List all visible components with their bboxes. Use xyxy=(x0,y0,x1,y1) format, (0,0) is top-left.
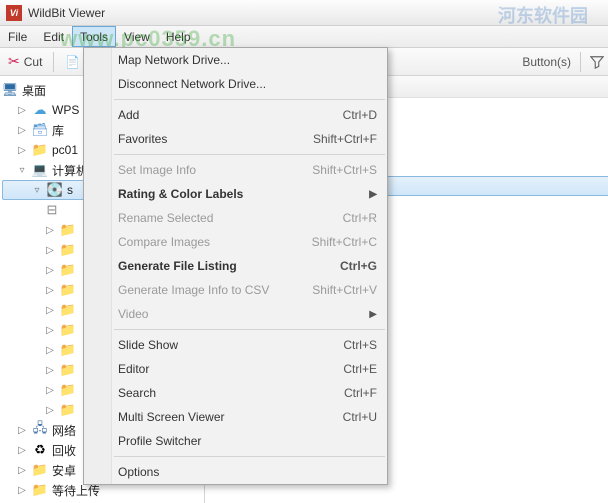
expand-icon[interactable]: ▷ xyxy=(44,385,56,396)
menu-map-drive[interactable]: Map Network Drive... xyxy=(84,48,387,72)
menu-edit[interactable]: Edit xyxy=(35,26,72,47)
menu-editor[interactable]: EditorCtrl+E xyxy=(84,357,387,381)
menu-bar: File Edit Tools View Help xyxy=(0,26,608,48)
shortcut: Ctrl+U xyxy=(343,410,377,424)
menu-file[interactable]: File xyxy=(0,26,35,47)
folder-icon: 📁 xyxy=(60,382,76,398)
folder-icon: 📁 xyxy=(60,222,76,238)
shortcut: Shift+Ctrl+S xyxy=(312,163,377,177)
expand-icon[interactable]: ▷ xyxy=(16,105,28,116)
expand-icon[interactable]: ▷ xyxy=(44,265,56,276)
menu-set-image-info: Set Image InfoShift+Ctrl+S xyxy=(84,158,387,182)
shortcut: Ctrl+G xyxy=(340,259,377,273)
menu-separator xyxy=(114,154,385,155)
shortcut: Ctrl+D xyxy=(343,108,377,122)
expand-icon[interactable]: ▷ xyxy=(16,465,28,476)
menu-tools[interactable]: Tools xyxy=(72,26,116,47)
menu-add[interactable]: AddCtrl+D xyxy=(84,103,387,127)
menu-gen-listing[interactable]: Generate File ListingCtrl+G xyxy=(84,254,387,278)
expand-icon[interactable]: ▷ xyxy=(44,405,56,416)
folder-icon: 📁 xyxy=(60,262,76,278)
expand-icon[interactable]: ▷ xyxy=(44,245,56,256)
folder-icon: 📁 xyxy=(60,362,76,378)
menu-separator xyxy=(114,329,385,330)
expand-icon[interactable]: ▷ xyxy=(44,365,56,376)
shortcut: Ctrl+R xyxy=(343,211,377,225)
submenu-arrow-icon: ▶ xyxy=(369,189,377,200)
submenu-arrow-icon: ▶ xyxy=(369,309,377,320)
menu-disconnect-drive[interactable]: Disconnect Network Drive... xyxy=(84,72,387,96)
expand-icon[interactable]: ▷ xyxy=(16,445,28,456)
library-icon: 🗃 xyxy=(32,122,48,138)
expand-icon[interactable]: ▷ xyxy=(44,345,56,356)
shortcut: Ctrl+S xyxy=(343,338,377,352)
expand-icon[interactable]: ▷ xyxy=(44,285,56,296)
folder-icon: 📁 xyxy=(60,342,76,358)
computer-icon: 💻 xyxy=(32,162,48,178)
cut-button[interactable]: ✂ Cut xyxy=(4,51,46,72)
menu-multi-screen[interactable]: Multi Screen ViewerCtrl+U xyxy=(84,405,387,429)
folder-icon: 📁 xyxy=(60,322,76,338)
shortcut: Shift+Ctrl+F xyxy=(313,132,377,146)
folder-icon: 📁 xyxy=(60,282,76,298)
scissors-icon: ✂ xyxy=(8,53,20,70)
cloud-icon: ☁ xyxy=(32,102,48,118)
expand-icon[interactable]: ▷ xyxy=(16,145,28,156)
toolbar-separator xyxy=(53,52,54,72)
tools-menu: Map Network Drive... Disconnect Network … xyxy=(83,47,388,485)
shortcut: Shift+Ctrl+C xyxy=(312,235,377,249)
shortcut: Shift+Ctrl+V xyxy=(312,283,377,297)
app-icon: Vi xyxy=(6,5,22,21)
menu-video: Video▶ xyxy=(84,302,387,326)
user-icon: 📁 xyxy=(32,142,48,158)
menu-view[interactable]: View xyxy=(116,26,158,47)
shortcut: Ctrl+E xyxy=(343,362,377,376)
drive-icon: ⊟ xyxy=(44,202,60,218)
buttons-label: Button(s) xyxy=(522,55,571,69)
folder-icon: 📁 xyxy=(60,302,76,318)
expand-icon[interactable]: ▷ xyxy=(16,425,28,436)
collapse-icon[interactable]: ▿ xyxy=(31,185,43,196)
expand-icon[interactable]: ▷ xyxy=(44,305,56,316)
menu-help[interactable]: Help xyxy=(158,26,199,47)
copy-button[interactable]: 📄 xyxy=(61,53,84,71)
shortcut: Ctrl+F xyxy=(344,386,377,400)
folder-icon: 📁 xyxy=(60,242,76,258)
expand-icon[interactable]: ▷ xyxy=(44,325,56,336)
desktop-icon: 🖥 xyxy=(2,82,18,98)
menu-rename: Rename SelectedCtrl+R xyxy=(84,206,387,230)
expand-icon[interactable]: ▷ xyxy=(16,485,28,496)
menu-slideshow[interactable]: Slide ShowCtrl+S xyxy=(84,333,387,357)
menu-search[interactable]: SearchCtrl+F xyxy=(84,381,387,405)
folder-icon: 📁 xyxy=(60,402,76,418)
toolbar-separator-2 xyxy=(580,52,581,72)
menu-profile-switcher[interactable]: Profile Switcher xyxy=(84,429,387,453)
window-title: WildBit Viewer xyxy=(28,6,105,20)
expand-icon[interactable]: ▷ xyxy=(16,125,28,136)
menu-compare: Compare ImagesShift+Ctrl+C xyxy=(84,230,387,254)
filter-icon[interactable] xyxy=(590,55,604,69)
collapse-icon[interactable]: ▿ xyxy=(16,165,28,176)
title-bar: Vi WildBit Viewer xyxy=(0,0,608,26)
folder-icon: 📁 xyxy=(32,482,48,498)
menu-options[interactable]: Options xyxy=(84,460,387,484)
copy-icon: 📄 xyxy=(65,55,80,69)
folder-icon: 📁 xyxy=(32,462,48,478)
cut-label: Cut xyxy=(24,55,43,69)
menu-separator xyxy=(114,99,385,100)
menu-gen-csv: Generate Image Info to CSVShift+Ctrl+V xyxy=(84,278,387,302)
menu-favorites[interactable]: FavoritesShift+Ctrl+F xyxy=(84,127,387,151)
menu-separator xyxy=(114,456,385,457)
menu-rating-labels[interactable]: Rating & Color Labels▶ xyxy=(84,182,387,206)
recycle-icon: ♻ xyxy=(32,442,48,458)
network-icon: 🖧 xyxy=(32,422,48,438)
expand-icon[interactable]: ▷ xyxy=(44,225,56,236)
drive-icon: 💽 xyxy=(47,182,63,198)
